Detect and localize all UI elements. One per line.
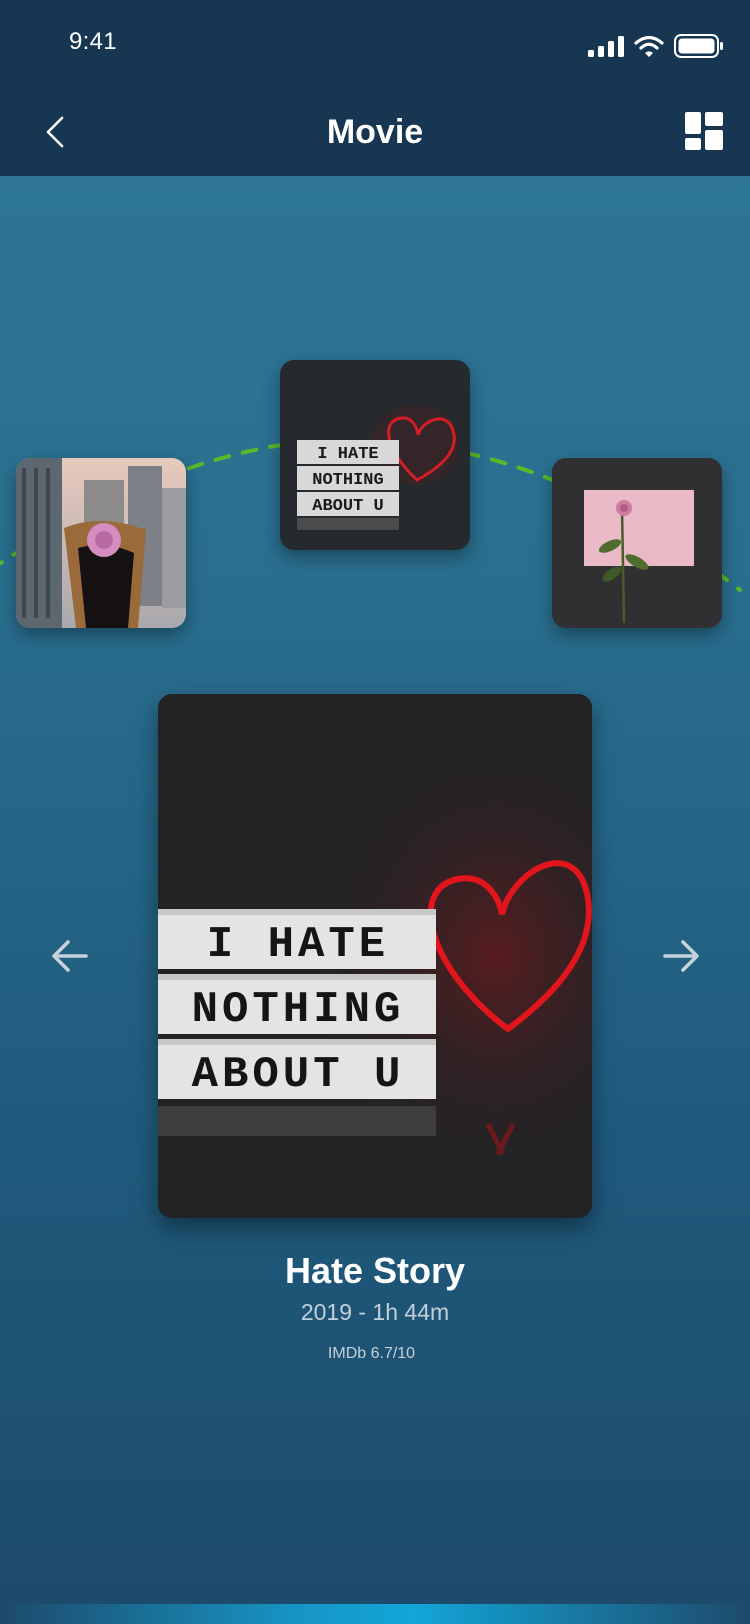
rose-envelope-image	[552, 458, 722, 628]
arrow-right-icon	[663, 940, 699, 972]
top-bar: 9:41 Movie	[0, 0, 750, 176]
movie-title: Hate Story	[284, 1250, 466, 1291]
poster-sign-line-1: I HATE	[207, 920, 389, 970]
status-icons	[588, 34, 724, 58]
movie-meta: 2019 - 1h 44m	[300, 1299, 450, 1325]
poster-image: I HATE NOTHING ABOUT U	[158, 694, 592, 1218]
dashboard-grid-icon	[685, 112, 723, 150]
page-title: Movie	[326, 113, 424, 151]
battery-icon	[674, 34, 723, 58]
carousel-item-left[interactable]	[16, 458, 186, 628]
movie-poster[interactable]: I HATE NOTHING ABOUT U	[158, 694, 592, 1218]
lightbox-sign-image: I HATE NOTHING ABOUT U	[280, 360, 470, 550]
sign-line-2: NOTHING	[312, 471, 383, 490]
next-button[interactable]	[659, 936, 703, 976]
poster-sign-line-3: ABOUT U	[192, 1050, 405, 1100]
rose-bouquet-image	[16, 458, 186, 628]
arrow-left-icon	[52, 940, 88, 972]
movie-rating: IMDb 6.7/10	[327, 1345, 416, 1362]
carousel-item-center[interactable]: I HATE NOTHING ABOUT U	[280, 360, 470, 550]
wifi-icon	[634, 35, 664, 57]
grid-view-button[interactable]	[684, 111, 724, 151]
signal-icon	[588, 36, 624, 57]
poster-sign-line-2: NOTHING	[192, 985, 405, 1035]
previous-button[interactable]	[48, 936, 92, 976]
status-time: 9:41	[69, 28, 117, 55]
home-indicator-bar	[0, 1604, 750, 1624]
sign-line-1: I HATE	[317, 445, 378, 464]
sign-line-3: ABOUT U	[312, 497, 383, 516]
carousel-item-right[interactable]	[552, 458, 722, 628]
